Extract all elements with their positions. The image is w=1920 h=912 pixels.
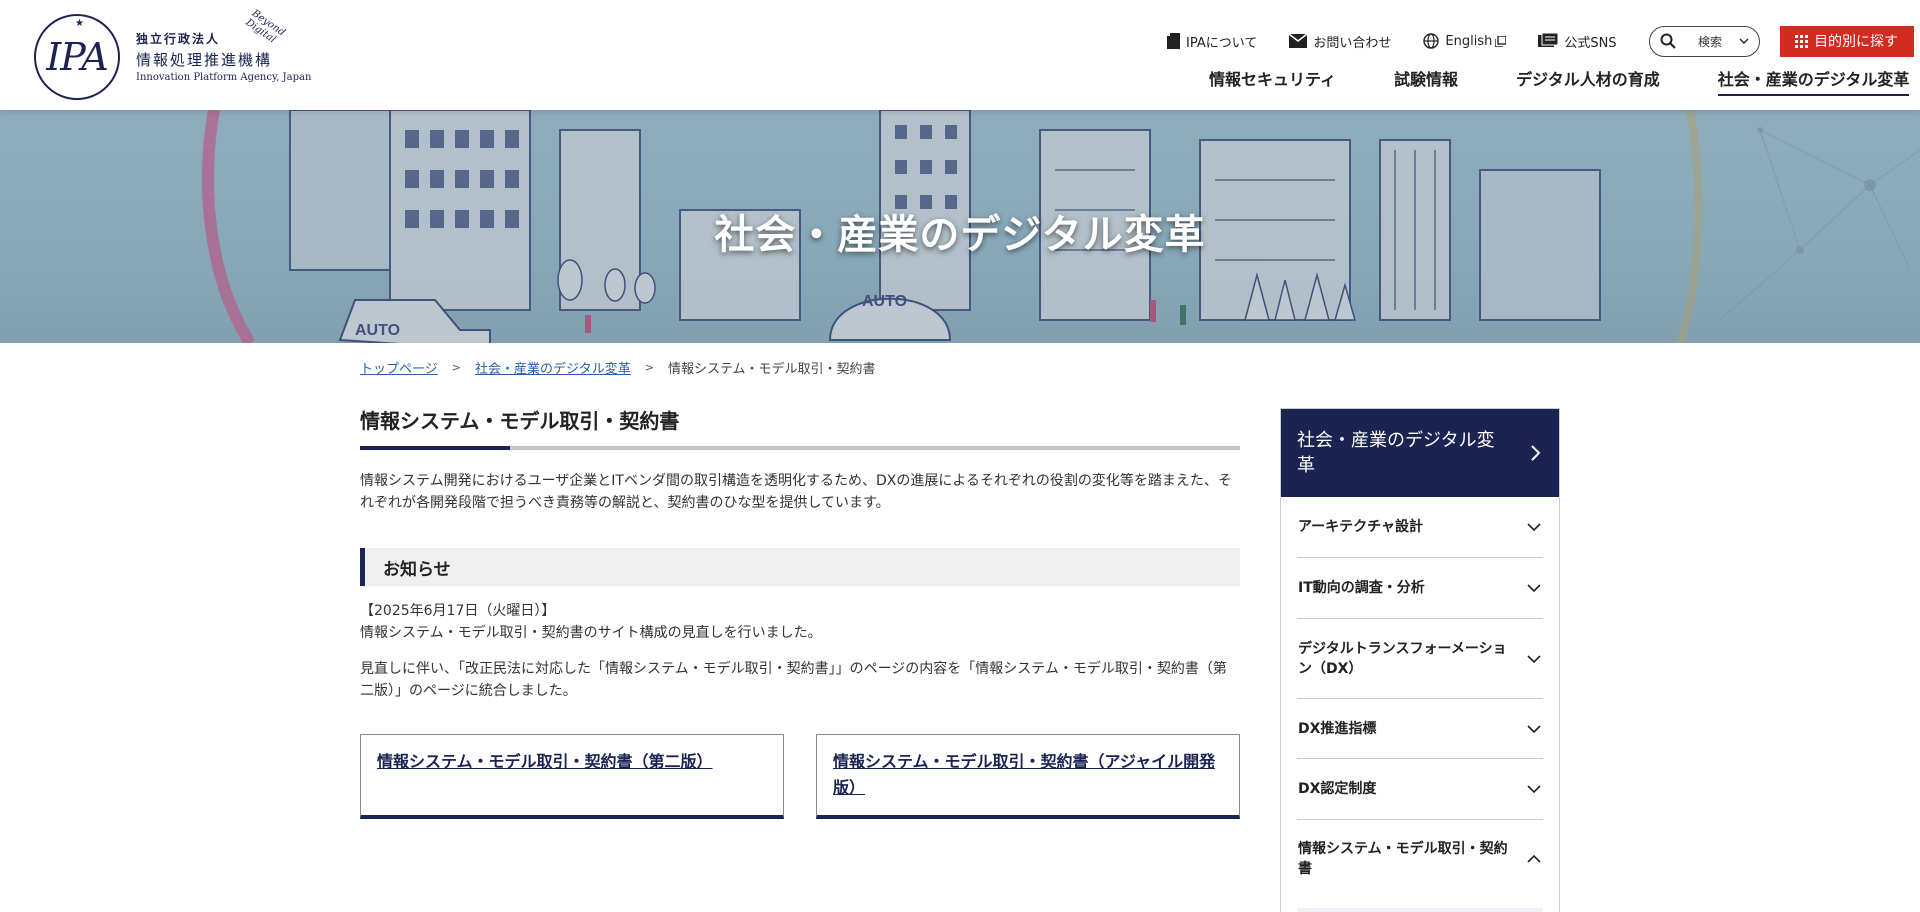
grid-icon [1795, 34, 1809, 48]
notice-body: 【2025年6月17日（火曜日）】 情報システム・モデル取引・契約書のサイト構成… [360, 600, 1240, 702]
sns-label: 公式SNS [1564, 35, 1617, 51]
logo-org-type: 独立行政法人 [136, 32, 221, 46]
purpose-label: 目的別に探す [1814, 34, 1899, 50]
sidebar-item-dx-index[interactable]: DX推進指標 [1297, 699, 1543, 759]
chevron-right-icon [1531, 445, 1541, 461]
chevron-down-icon [1739, 38, 1749, 44]
sidebar-item-label: DX認定制度 [1298, 781, 1377, 797]
mail-icon [1289, 34, 1308, 48]
ipa-logo[interactable]: ★ IPA 独立行政法人 情報処理推進機構 Innovation Platfor… [34, 6, 324, 106]
hero-title: 社会・産業のデジタル変革 [714, 212, 1206, 258]
sidebar-item-dx[interactable]: デジタルトランスフォーメーション（DX） [1297, 619, 1543, 699]
sidebar-item-label: DX推進指標 [1298, 720, 1377, 737]
sidebar-item-model-contract[interactable]: 情報システム・モデル取引・契約書 [1297, 820, 1543, 898]
globe-icon [1423, 33, 1440, 49]
link-cards: 情報システム・モデル取引・契約書（第二版） 情報システム・モデル取引・契約書（ア… [360, 734, 1240, 819]
sidebar-heading-link[interactable]: 社会・産業のデジタル変革 [1281, 409, 1559, 497]
breadcrumb-dx-link[interactable]: 社会・産業のデジタル変革 [475, 358, 631, 377]
notice-line-1: 情報システム・モデル取引・契約書のサイト構成の見直しを行いました。 [360, 625, 822, 641]
sns-link[interactable]: 公式SNS [1538, 32, 1617, 51]
chevron-right-icon: > [644, 361, 654, 374]
external-link-icon [1495, 35, 1507, 47]
hero-banner: AUTO AUTO 社会・産業のデジタル変革 [0, 110, 1920, 343]
sidebar-nav: 社会・産業のデジタル変革 アーキテクチャ設計 IT動向の調査・分析 デジタルトラ… [1280, 408, 1560, 912]
nav-item-exams[interactable]: 試験情報 [1394, 66, 1458, 96]
sidebar-item-dx-certification[interactable]: DX認定制度 [1297, 759, 1543, 820]
chevron-right-icon: > [451, 361, 461, 374]
sidebar-item-label: IT動向の調査・分析 [1298, 580, 1425, 596]
sidebar-heading: 社会・産業のデジタル変革 [1297, 430, 1495, 476]
chevron-down-icon [1527, 654, 1541, 663]
link-card-agile-edition-label[interactable]: 情報システム・モデル取引・契約書（アジャイル開発版） [833, 752, 1215, 797]
logo-emblem: ★ IPA [34, 14, 120, 100]
link-card-agile-edition[interactable]: 情報システム・モデル取引・契約書（アジャイル開発版） [816, 734, 1240, 819]
logo-org-name: 情報処理推進機構 [136, 51, 273, 69]
page-title: 情報システム・モデル取引・契約書 [360, 409, 680, 433]
contact-label: お問い合わせ [1313, 35, 1392, 51]
logo-org-english: Innovation Platform Agency, Japan [136, 72, 312, 83]
nav-item-talent[interactable]: デジタル人材の育成 [1516, 66, 1660, 96]
nav-item-security[interactable]: 情報セキュリティ [1209, 66, 1336, 96]
search-label: 検索 [1698, 34, 1723, 49]
site-header: ★ IPA 独立行政法人 情報処理推進機構 Innovation Platfor… [0, 0, 1920, 110]
contact-link[interactable]: お問い合わせ [1289, 32, 1391, 51]
sidebar-item-label: デジタルトランスフォーメーション（DX） [1298, 640, 1507, 677]
notice-date: 【2025年6月17日（火曜日）】 [360, 603, 556, 619]
nav-item-digital-transformation[interactable]: 社会・産業のデジタル変革 [1717, 66, 1910, 96]
sns-icon [1538, 33, 1559, 47]
main-content: 情報システム・モデル取引・契約書 情報システム開発におけるユーザ企業とITベンダ… [360, 405, 1240, 819]
main-nav: 情報セキュリティ 試験情報 デジタル人材の育成 社会・産業のデジタル変革 [1209, 66, 1910, 96]
notice-heading: お知らせ [360, 548, 1240, 586]
english-label: English [1445, 33, 1493, 49]
search-icon [1660, 33, 1676, 49]
about-label: IPAについて [1186, 35, 1258, 51]
link-card-second-edition[interactable]: 情報システム・モデル取引・契約書（第二版） [360, 734, 784, 819]
sidebar-subitem[interactable] [1297, 908, 1543, 912]
link-card-second-edition-label[interactable]: 情報システム・モデル取引・契約書（第二版） [377, 752, 713, 771]
notice-line-2: 見直しに伴い、「改正民法に対応した「情報システム・モデル取引・契約書」」のページ… [360, 661, 1227, 699]
sidebar-item-label: アーキテクチャ設計 [1298, 519, 1424, 535]
title-underline-accent [360, 446, 510, 450]
breadcrumb: トップページ > 社会・産業のデジタル変革 > 情報システム・モデル取引・契約書 [360, 358, 876, 377]
breadcrumb-home-link[interactable]: トップページ [360, 358, 438, 377]
document-icon [1167, 33, 1180, 49]
search-button[interactable]: 検索 [1648, 25, 1760, 57]
chevron-down-icon [1527, 785, 1541, 793]
lead-text: 情報システム開発におけるユーザ企業とITベンダ間の取引構造を透明化するため、DX… [360, 473, 1232, 511]
sidebar-item-label: 情報システム・モデル取引・契約書 [1298, 841, 1508, 877]
logo-mark: IPA [46, 35, 109, 79]
title-underline [360, 446, 1240, 450]
utility-nav: IPAについて お問い合わせ English 公式SNS 検索 目的別に探す [1167, 25, 1914, 57]
star-icon: ★ [75, 18, 84, 29]
sidebar-item-it-trends[interactable]: IT動向の調査・分析 [1297, 558, 1543, 619]
sidebar-list: アーキテクチャ設計 IT動向の調査・分析 デジタルトランスフォーメーション（DX… [1281, 497, 1559, 912]
sidebar-item-architecture[interactable]: アーキテクチャ設計 [1297, 497, 1543, 558]
chevron-down-icon [1527, 523, 1541, 531]
about-link[interactable]: IPAについて [1167, 32, 1257, 51]
purpose-search-button[interactable]: 目的別に探す [1779, 25, 1914, 57]
chevron-down-icon [1527, 584, 1541, 592]
chevron-up-icon [1527, 855, 1541, 863]
breadcrumb-current: 情報システム・モデル取引・契約書 [667, 362, 876, 377]
chevron-down-icon [1527, 724, 1541, 733]
english-link[interactable]: English [1423, 33, 1507, 49]
